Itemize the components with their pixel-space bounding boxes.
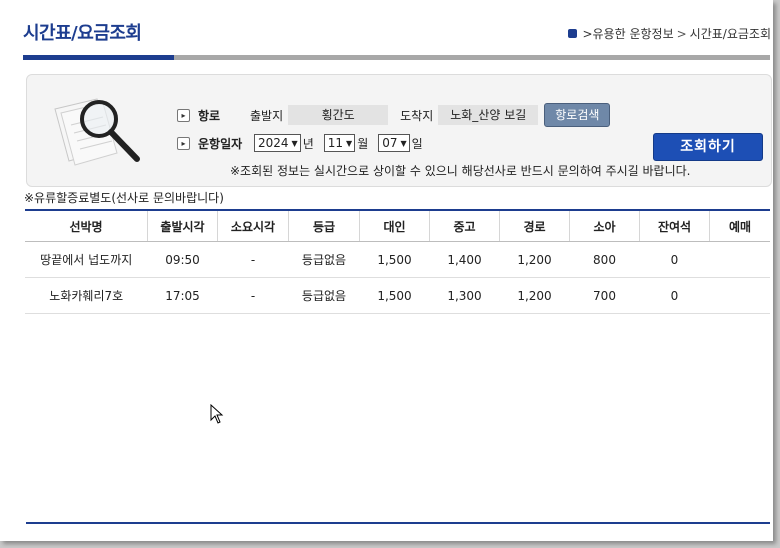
year-unit: 년 xyxy=(302,136,314,151)
date-row: ▸ 운항일자 2024 ▼ 년 11 ▼ 월 07 ▼ 일 xyxy=(177,134,423,152)
year-select[interactable]: 2024 ▼ xyxy=(254,134,301,152)
table-header-row: 선박명 출발시각 소요시각 등급 대인 중고 경로 소아 잔여석 예매 xyxy=(25,209,770,242)
cell-adult: 1,500 xyxy=(359,277,430,314)
cell-student: 1,300 xyxy=(429,277,500,314)
cell-senior: 1,200 xyxy=(499,277,570,314)
col-header-child: 소아 xyxy=(569,209,640,242)
page-frame: 시간표/요금조회 >유용한 운항정보 > 시간표/요금조회 ▸ 항로 출발지 횡… xyxy=(0,0,773,541)
cell-departure: 09:50 xyxy=(147,241,218,278)
home-icon[interactable] xyxy=(568,29,578,38)
col-header-booking: 예매 xyxy=(709,209,770,242)
breadcrumb-separator: > xyxy=(676,26,687,41)
cell-vessel: 노화카훼리7호 xyxy=(25,277,148,314)
cell-booking xyxy=(709,277,770,314)
month-select[interactable]: 11 ▼ xyxy=(323,134,356,152)
breadcrumb: >유용한 운항정보 > 시간표/요금조회 xyxy=(568,25,771,42)
magnifier-icon xyxy=(54,98,140,166)
day-unit: 일 xyxy=(411,136,423,151)
arrival-label: 도착지 xyxy=(400,108,434,123)
chevron-down-icon: ▼ xyxy=(400,138,407,148)
col-header-student: 중고 xyxy=(429,209,500,242)
page-title: 시간표/요금조회 xyxy=(23,23,142,44)
col-header-vessel: 선박명 xyxy=(25,209,148,242)
chevron-down-icon: ▼ xyxy=(346,138,353,148)
cell-class: 등급없음 xyxy=(288,241,360,278)
route-search-button[interactable]: 항로검색 xyxy=(544,103,611,127)
cell-departure: 17:05 xyxy=(147,277,218,314)
chevron-down-icon: ▼ xyxy=(291,138,298,148)
year-value: 2024 xyxy=(258,136,289,150)
cell-booking xyxy=(709,241,770,278)
route-row: ▸ 항로 출발지 횡간도 도착지 노화_산양 보길 항로검색 xyxy=(177,103,611,127)
search-panel: ▸ 항로 출발지 횡간도 도착지 노화_산양 보길 항로검색 ▸ 운항일자 20… xyxy=(26,74,772,187)
col-header-departure: 출발시각 xyxy=(147,209,218,242)
title-underline xyxy=(23,55,770,60)
breadcrumb-item-current: 시간표/요금조회 xyxy=(689,27,771,41)
cell-senior: 1,200 xyxy=(499,241,570,278)
col-header-seats: 잔여석 xyxy=(639,209,710,242)
schedule-table: 선박명 출발시각 소요시각 등급 대인 중고 경로 소아 잔여석 예매 땅끝에서… xyxy=(25,209,770,314)
col-header-class: 등급 xyxy=(288,209,360,242)
cell-duration: - xyxy=(217,241,289,278)
month-unit: 월 xyxy=(357,136,369,151)
col-header-adult: 대인 xyxy=(359,209,430,242)
arrival-field[interactable]: 노화_산양 보길 xyxy=(438,105,539,125)
cell-child: 700 xyxy=(569,277,640,314)
cell-class: 등급없음 xyxy=(288,277,360,314)
day-value: 07 xyxy=(382,136,398,150)
bottom-divider xyxy=(26,522,770,524)
notice-text: ※조회된 정보는 실시간으로 상이할 수 있으니 해당선사로 반드시 문의하여 … xyxy=(230,164,691,178)
month-value: 11 xyxy=(327,136,344,150)
cell-adult: 1,500 xyxy=(359,241,430,278)
cell-vessel: 땅끝에서 넙도까지 xyxy=(25,241,148,278)
route-label: 항로 xyxy=(198,108,221,123)
chevron-right-icon: ▸ xyxy=(177,108,190,122)
cell-seats: 0 xyxy=(639,241,710,278)
day-select[interactable]: 07 ▼ xyxy=(378,134,410,152)
fuel-surcharge-note: ※유류할증료별도(선사로 문의바랍니다) xyxy=(24,191,224,205)
cell-duration: - xyxy=(217,277,289,314)
chevron-right-icon: ▸ xyxy=(177,136,190,150)
cell-child: 800 xyxy=(569,241,640,278)
mouse-cursor-icon xyxy=(210,404,224,424)
breadcrumb-item-info[interactable]: >유용한 운항정보 xyxy=(582,25,673,42)
departure-label: 출발지 xyxy=(250,108,284,123)
col-header-senior: 경로 xyxy=(499,209,570,242)
table-row[interactable]: 노화카훼리7호 17:05 - 등급없음 1,500 1,300 1,200 7… xyxy=(25,277,770,314)
col-header-duration: 소요시각 xyxy=(217,209,289,242)
table-row[interactable]: 땅끝에서 넙도까지 09:50 - 등급없음 1,500 1,400 1,200… xyxy=(25,241,770,278)
submit-search-button[interactable]: 조회하기 xyxy=(653,133,763,161)
date-label: 운항일자 xyxy=(198,136,243,151)
departure-field[interactable]: 횡간도 xyxy=(288,105,389,125)
cell-seats: 0 xyxy=(639,277,710,314)
cell-student: 1,400 xyxy=(429,241,500,278)
